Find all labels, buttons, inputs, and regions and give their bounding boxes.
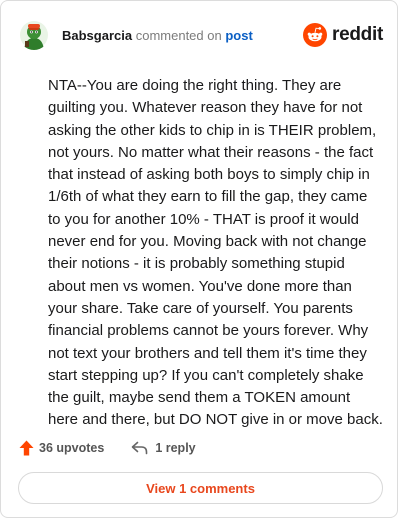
upvote-arrow-icon[interactable] (19, 440, 34, 456)
comment-card: Babsgarcia commented on post reddit NTA-… (0, 0, 398, 518)
reply-button[interactable]: 1 reply (131, 441, 196, 455)
reply-arrow-icon (132, 441, 148, 455)
avatar-icon (19, 20, 49, 50)
comment-actions: 36 upvotes 1 reply (19, 438, 196, 458)
brand-wordmark: reddit (332, 24, 383, 45)
comment-header: Babsgarcia commented on post reddit (19, 19, 383, 51)
avatar[interactable] (19, 20, 49, 50)
action-text: commented on (135, 27, 222, 43)
username-link[interactable]: Babsgarcia (62, 28, 132, 43)
post-link[interactable]: post (225, 28, 252, 43)
reply-count: 1 reply (155, 441, 196, 455)
view-comments-button[interactable]: View 1 comments (18, 472, 383, 504)
comment-body: NTA--You are doing the right thing. They… (48, 77, 383, 429)
upvote-count: 36 upvotes (39, 441, 105, 455)
byline: Babsgarcia commented on post (62, 28, 253, 43)
reddit-logo-icon (303, 23, 328, 47)
reddit-brand[interactable]: reddit (303, 23, 383, 47)
